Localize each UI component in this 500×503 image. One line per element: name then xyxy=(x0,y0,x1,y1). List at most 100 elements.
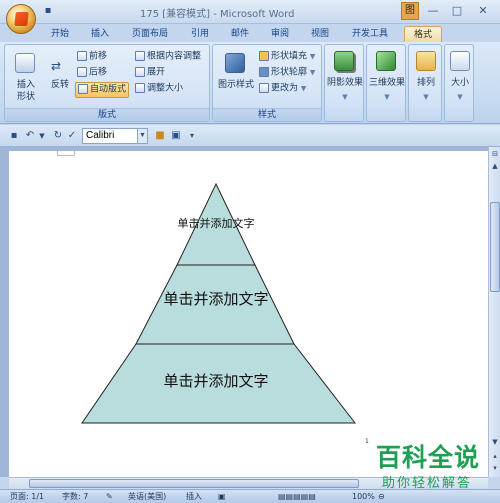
status-language[interactable]: 英语(美国) xyxy=(128,492,166,502)
save-icon[interactable]: ▪ xyxy=(42,5,54,17)
close-button[interactable]: ✕ xyxy=(470,3,496,19)
shape-outline-label: 形状轮廓 xyxy=(271,67,308,78)
tab-insert[interactable]: 插入 xyxy=(84,26,116,42)
undo-icon[interactable]: ↶ xyxy=(24,130,36,142)
open-folder-icon[interactable]: ■ xyxy=(154,130,166,142)
arrange-group: 排列 ▼ xyxy=(408,44,442,122)
undo-dropdown-icon[interactable]: ▼ xyxy=(36,130,48,142)
shape-fill-icon xyxy=(259,51,269,61)
shape-fill-dropdown-icon: ▼ xyxy=(309,52,316,61)
scroll-up-icon[interactable]: ▲ xyxy=(490,161,500,172)
three-d-group: 三维效果 ▼ xyxy=(366,44,406,122)
size-group: 大小 ▼ xyxy=(444,44,474,122)
macro-record-icon[interactable]: ▣ xyxy=(218,492,226,502)
context-tab-label[interactable]: 图 xyxy=(401,2,419,20)
horizontal-scroll-thumb[interactable] xyxy=(29,479,359,488)
tab-page-layout[interactable]: 页面布局 xyxy=(124,26,176,42)
watermark: 百科全说 助你轻松解答 xyxy=(368,438,494,496)
window-title: 175 [兼容模式] - Microsoft Word xyxy=(140,9,295,20)
fit-content-button[interactable]: 根据内容调整 xyxy=(135,51,201,63)
pyramid-level-3-text[interactable]: 单击并添加文字 xyxy=(129,370,303,391)
shape-outline-dropdown-icon: ▼ xyxy=(309,68,316,77)
tab-view[interactable]: 视图 xyxy=(304,26,336,42)
resize-label: 调整大小 xyxy=(147,83,184,94)
office-button[interactable] xyxy=(6,4,36,34)
layout-group: 插入 形状 ⇄ 反转 前移 后移 自动版式 根据内容调整 展开 调整大小 版式 xyxy=(4,44,210,122)
redo-icon[interactable]: ↻ xyxy=(52,130,64,142)
shadow-dropdown-icon[interactable]: ▼ xyxy=(325,91,365,103)
auto-layout-button[interactable]: 自动版式 xyxy=(75,82,130,98)
three-d-dropdown-icon[interactable]: ▼ xyxy=(367,91,407,103)
spelling-icon[interactable]: ✓ xyxy=(66,130,78,142)
tab-review[interactable]: 审阅 xyxy=(264,26,296,42)
minimize-button[interactable]: — xyxy=(422,3,444,19)
shape-outline-icon xyxy=(259,67,269,77)
vertical-scrollbar[interactable]: ⊟ ▲ ▼ ▴ ▾ xyxy=(488,147,500,477)
reverse-arrows-icon: ⇄ xyxy=(51,59,62,73)
size-button[interactable]: 大小 xyxy=(445,77,475,89)
change-to-dropdown-icon: ▼ xyxy=(300,84,307,93)
save-icon[interactable]: ▪ xyxy=(8,130,20,142)
tab-format[interactable]: 格式 xyxy=(404,26,442,42)
status-insert-mode[interactable]: 插入 xyxy=(186,492,202,502)
shadow-group: 阴影效果 ▼ xyxy=(324,44,364,122)
reverse-button[interactable]: 反转 xyxy=(47,79,73,91)
watermark-subtitle: 助你轻松解答 xyxy=(382,476,473,491)
move-backward-icon xyxy=(77,67,87,77)
three-d-effect-button[interactable]: 三维效果 xyxy=(367,77,407,89)
status-page[interactable]: 页面: 1/1 xyxy=(10,492,44,502)
font-dropdown-icon[interactable]: ▼ xyxy=(137,129,147,143)
vertical-scroll-thumb[interactable] xyxy=(490,202,500,292)
tab-home[interactable]: 开始 xyxy=(44,26,76,42)
style-group-label: 样式 xyxy=(213,108,321,121)
change-to-button[interactable]: 更改为 ▼ xyxy=(259,83,306,95)
proofing-icon[interactable]: ✎ xyxy=(106,492,113,502)
print-preview-icon[interactable]: ▣ xyxy=(170,130,182,142)
resize-button[interactable]: 调整大小 xyxy=(135,83,183,95)
move-backward-label: 后移 xyxy=(89,67,108,78)
move-forward-label: 前移 xyxy=(89,51,108,62)
layout-group-label: 版式 xyxy=(5,108,209,121)
insert-shape-icon xyxy=(15,53,35,73)
diagram-style-button[interactable]: 图示样式 xyxy=(215,79,257,91)
expand-label: 展开 xyxy=(147,67,166,78)
office-logo-icon xyxy=(14,12,29,26)
font-name-box[interactable]: Calibri ▼ xyxy=(82,128,148,144)
tab-developer[interactable]: 开发工具 xyxy=(344,26,396,42)
move-forward-icon xyxy=(77,51,87,61)
auto-layout-icon xyxy=(78,84,88,94)
three-d-effect-icon xyxy=(376,51,396,71)
size-dropdown-icon[interactable]: ▼ xyxy=(445,91,475,103)
ribbon-tabs: 开始 插入 页面布局 引用 邮件 审阅 视图 开发工具 格式 xyxy=(0,24,500,42)
tab-mailings[interactable]: 邮件 xyxy=(224,26,256,42)
arrange-button[interactable]: 排列 xyxy=(409,77,443,89)
title-bar: ▪ 175 [兼容模式] - Microsoft Word 图 — □ ✕ xyxy=(0,0,500,34)
move-backward-button[interactable]: 后移 xyxy=(77,67,107,79)
change-to-icon xyxy=(259,83,269,93)
status-word-count[interactable]: 字数: 7 xyxy=(62,492,88,502)
expand-button[interactable]: 展开 xyxy=(135,67,165,79)
shape-fill-button[interactable]: 形状填充 ▼ xyxy=(259,51,315,63)
insert-shape-button[interactable]: 插入 xyxy=(13,79,39,91)
fit-content-label: 根据内容调整 xyxy=(147,51,202,62)
tab-references[interactable]: 引用 xyxy=(184,26,216,42)
change-to-label: 更改为 xyxy=(271,83,299,94)
document-page[interactable]: 1 单击并添加文字 单击并添加文字 单击并添加文字 xyxy=(9,151,488,477)
insert-shape-label: 形状 xyxy=(16,92,35,102)
shape-fill-label: 形状填充 xyxy=(271,51,308,62)
pyramid-level-1-text[interactable]: 单击并添加文字 xyxy=(159,215,273,231)
shadow-effect-button[interactable]: 阴影效果 xyxy=(325,77,365,89)
view-buttons-icon[interactable]: ▤▤▤▤▤ xyxy=(278,492,316,502)
document-area: 1 单击并添加文字 单击并添加文字 单击并添加文字 xyxy=(0,147,488,477)
pyramid-level-2-text[interactable]: 单击并添加文字 xyxy=(129,288,303,309)
shape-outline-button[interactable]: 形状轮廓 ▼ xyxy=(259,67,315,79)
expand-icon xyxy=(135,67,145,77)
ruler-toggle-icon[interactable]: ⊟ xyxy=(490,149,500,160)
arrange-dropdown-icon[interactable]: ▼ xyxy=(409,91,443,103)
move-forward-button[interactable]: 前移 xyxy=(77,51,107,63)
customize-toolbar-icon[interactable]: ▾ xyxy=(186,130,198,142)
maximize-button[interactable]: □ xyxy=(446,3,468,19)
font-name-value: Calibri xyxy=(86,130,115,141)
ribbon: 插入 形状 ⇄ 反转 前移 后移 自动版式 根据内容调整 展开 调整大小 版式 … xyxy=(0,42,500,124)
pyramid-diagram[interactable]: 1 xyxy=(9,151,488,477)
